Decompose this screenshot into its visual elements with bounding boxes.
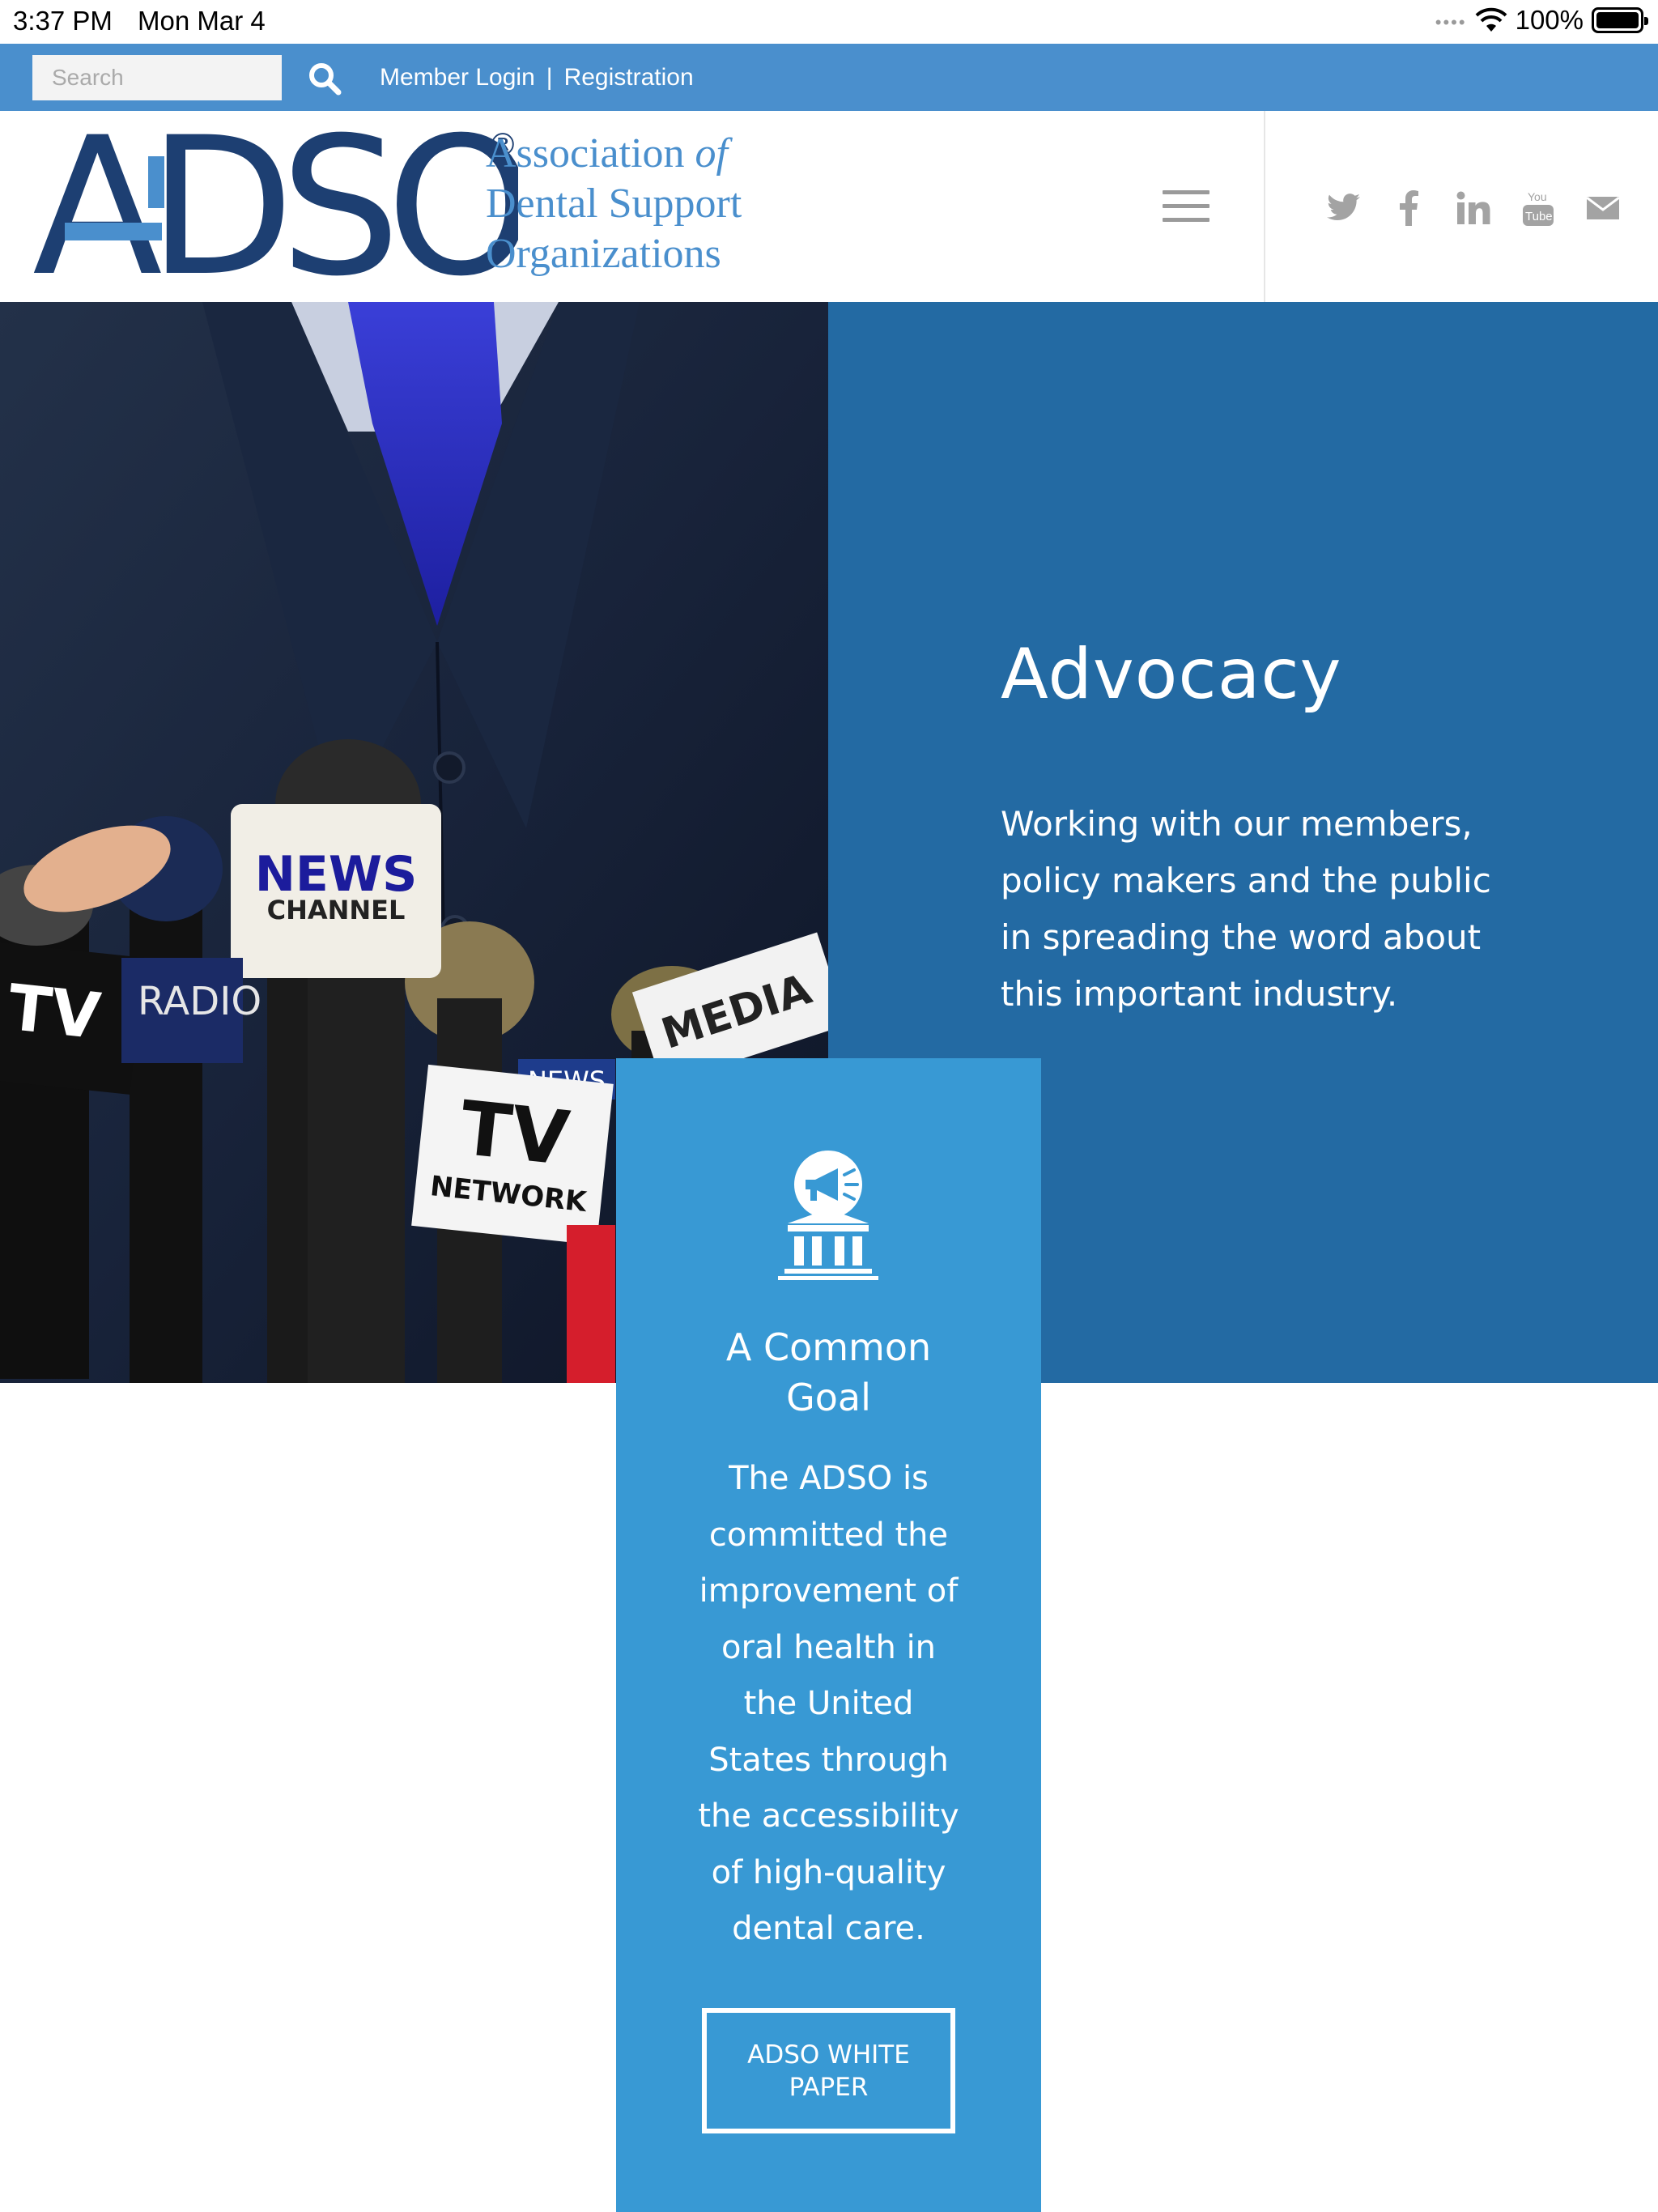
status-time: 3:37 PM xyxy=(13,6,113,36)
status-bar: 3:37 PM Mon Mar 4 •••• 100% xyxy=(0,0,1658,44)
advocacy-title: Advocacy xyxy=(1001,634,1342,715)
photo-label-radio: RADIO xyxy=(138,979,261,1024)
photo-label-channel: CHANNEL xyxy=(267,895,406,925)
member-links: Member Login | Registration xyxy=(380,59,694,96)
logo-line2: Dental Support xyxy=(486,181,742,227)
cellular-signal-icon: •••• xyxy=(1435,12,1467,32)
twitter-icon[interactable] xyxy=(1312,185,1376,231)
white-paper-button[interactable]: ADSO WHITE PAPER xyxy=(702,2008,955,2133)
common-goal-card: A Common Goal The ADSO is committed the … xyxy=(616,1058,1041,2212)
youtube-icon[interactable]: You Tube xyxy=(1506,185,1571,231)
mail-icon[interactable] xyxy=(1571,185,1635,231)
advocacy-text: Working with our members, policy makers … xyxy=(1001,804,1491,1014)
megaphone-building-icon xyxy=(778,1151,878,1280)
logo-letters: ADSO xyxy=(32,127,518,289)
search-icon[interactable] xyxy=(306,60,343,97)
social-links: You Tube xyxy=(1312,185,1635,231)
photo-label-tv: TV xyxy=(5,972,104,1053)
registration-link[interactable]: Registration xyxy=(564,64,694,91)
goal-text: The ADSO is committed the improvement of… xyxy=(698,1460,959,1947)
photo-label-tv-network-1: TV xyxy=(457,1085,573,1182)
status-right: •••• 100% xyxy=(1435,5,1648,36)
link-separator: | xyxy=(546,64,553,91)
linkedin-icon[interactable] xyxy=(1441,185,1506,231)
status-date: Mon Mar 4 xyxy=(138,6,266,36)
site-header: ADSO ® Association of Dental Support Org… xyxy=(0,111,1658,302)
svg-text:You: You xyxy=(1528,190,1547,203)
facebook-icon[interactable] xyxy=(1376,185,1441,231)
wifi-icon xyxy=(1475,7,1507,32)
logo-line3: Organizations xyxy=(486,231,721,277)
svg-text:Tube: Tube xyxy=(1525,210,1553,223)
goal-title: A Common Goal xyxy=(725,1325,932,1419)
logo-line1: Association xyxy=(486,130,685,177)
battery-percent: 100% xyxy=(1515,5,1584,35)
search-input[interactable] xyxy=(32,55,282,100)
adso-logo[interactable]: ADSO ® xyxy=(32,127,518,289)
top-bar: Member Login | Registration xyxy=(0,44,1658,111)
hamburger-menu-icon[interactable] xyxy=(1163,190,1209,223)
logo-line1-italic: of xyxy=(695,130,728,177)
header-divider xyxy=(1264,111,1265,302)
logo-wordmark: Association of Dental Support Organizati… xyxy=(486,129,742,279)
battery-icon xyxy=(1592,7,1648,33)
member-login-link[interactable]: Member Login xyxy=(380,64,535,91)
adso-logo-mark: ADSO xyxy=(32,127,518,289)
